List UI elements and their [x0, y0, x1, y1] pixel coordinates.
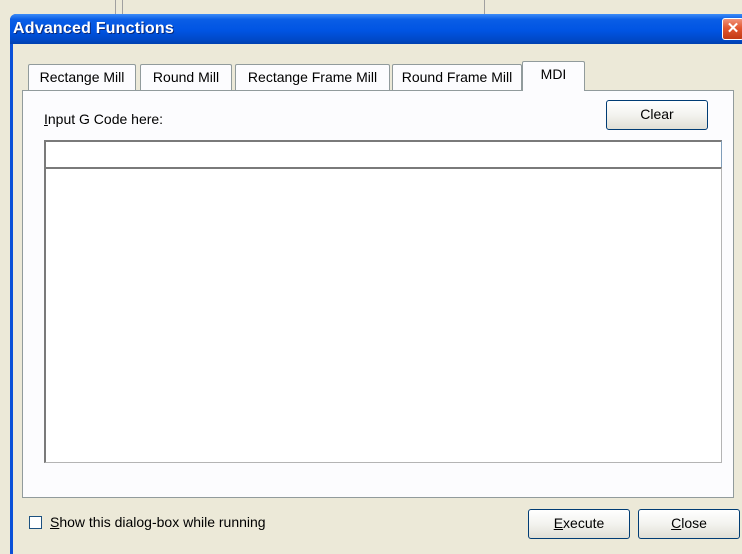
tab-round-mill[interactable]: Round Mill — [140, 64, 232, 90]
background-divider — [122, 0, 123, 14]
clear-button[interactable]: Clear — [606, 100, 708, 130]
execute-button[interactable]: Execute — [528, 509, 630, 539]
tab-mdi[interactable]: MDI — [522, 61, 585, 91]
background-divider — [115, 0, 116, 14]
tab-rectange-frame-mill[interactable]: Rectange Frame Mill — [235, 64, 390, 90]
tab-round-frame-mill[interactable]: Round Frame Mill — [392, 64, 522, 90]
gcode-input-label: Input G Code here: — [44, 111, 164, 127]
tab-rectange-mill[interactable]: Rectange Mill — [28, 64, 136, 90]
dialog-title: Advanced Functions — [13, 20, 174, 37]
close-icon[interactable]: ✕ — [722, 18, 742, 40]
background-window-strip — [0, 0, 742, 14]
title-bar[interactable]: Advanced Functions ✕ — [10, 14, 742, 44]
show-while-running-checkbox[interactable] — [29, 516, 42, 529]
show-while-running-label[interactable]: Show this dialog-box while running — [50, 514, 266, 530]
gcode-output-area[interactable] — [44, 167, 722, 463]
background-divider — [484, 0, 485, 14]
close-button[interactable]: Close — [638, 509, 740, 539]
gcode-input[interactable] — [44, 140, 722, 168]
